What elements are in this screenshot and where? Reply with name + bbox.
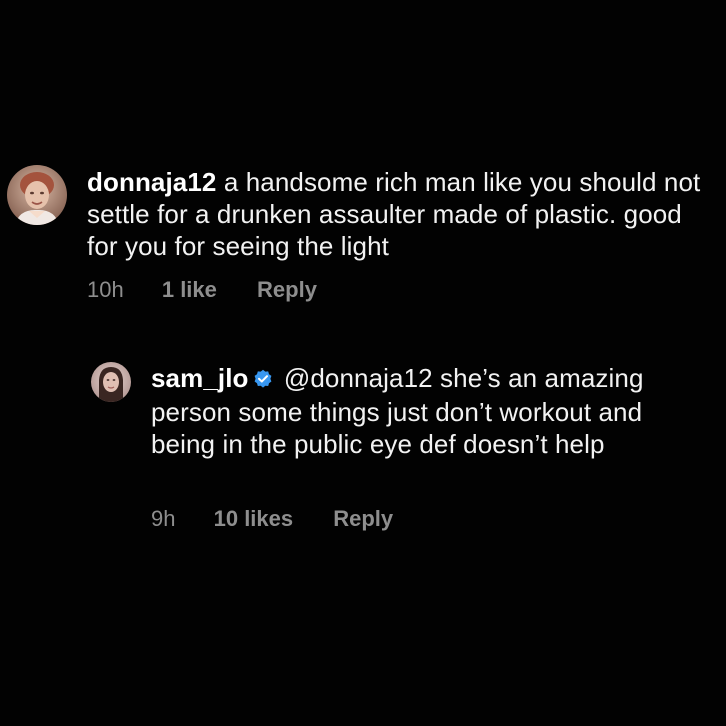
comment-text: donnaja12 a handsome rich man like you s… [87, 166, 717, 262]
reply-button[interactable]: Reply [333, 506, 393, 532]
profile-photo-icon [7, 165, 67, 225]
reply-button[interactable]: Reply [257, 277, 317, 303]
timestamp: 10h [87, 277, 124, 302]
likes-count-button[interactable]: 1 like [162, 277, 217, 303]
avatar[interactable] [7, 165, 67, 225]
comment-text: sam_jlo @donnaja12 she’s an amazing pers… [151, 362, 711, 460]
username-link[interactable]: donnaja12 [87, 167, 217, 197]
verified-badge-icon [253, 364, 273, 396]
comment-meta: 9h 10 likes Reply [151, 506, 393, 532]
profile-photo-icon [91, 362, 131, 402]
username-link[interactable]: sam_jlo [151, 363, 249, 393]
likes-count-button[interactable]: 10 likes [214, 506, 294, 532]
comment-meta: 10h 1 like Reply [87, 277, 317, 303]
timestamp: 9h [151, 506, 176, 531]
comments-screenshot: donnaja12 a handsome rich man like you s… [0, 0, 726, 726]
avatar[interactable] [91, 362, 131, 402]
